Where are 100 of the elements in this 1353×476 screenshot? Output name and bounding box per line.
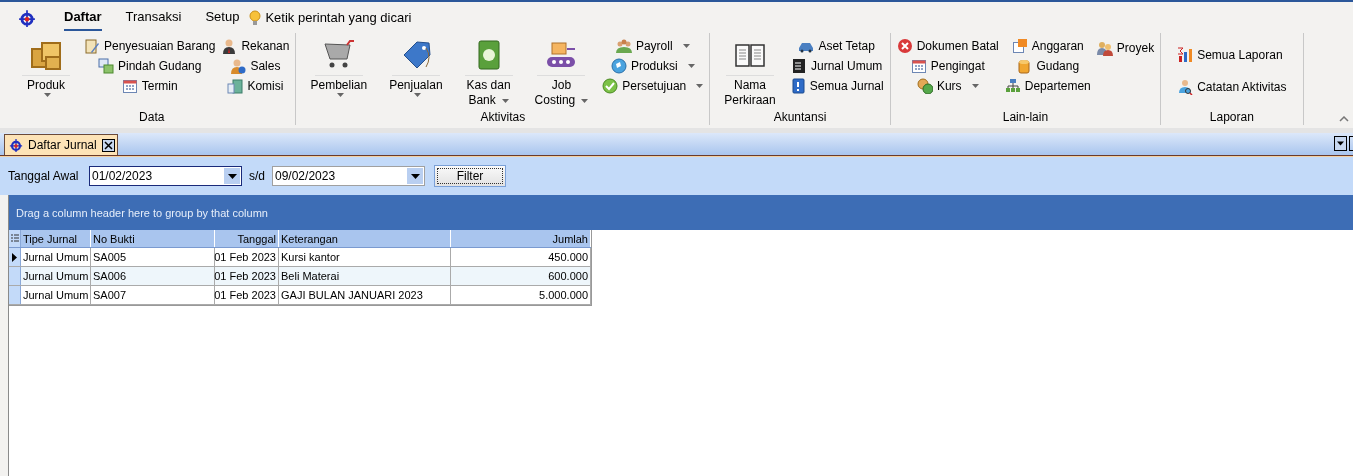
- table-cell: Beli Materai: [279, 267, 451, 285]
- caret-icon: [413, 93, 421, 97]
- table-cell: GAJI BULAN JANUARI 2023: [279, 286, 451, 304]
- dropdown-arrow-icon: [1337, 141, 1344, 146]
- date-field[interactable]: 09/02/2023: [272, 166, 425, 186]
- column-header[interactable]: Tipe Jurnal: [21, 230, 91, 247]
- ribbon-button[interactable]: Payroll: [615, 38, 690, 54]
- command-search[interactable]: Ketik perintah yang dicari: [247, 9, 412, 26]
- row-indicator[interactable]: [9, 248, 21, 266]
- ribbon-button[interactable]: Semua Jurnal: [789, 78, 884, 94]
- ribbon-button[interactable]: Job Costing: [530, 37, 593, 108]
- group-label: Lain-lain: [1001, 110, 1050, 126]
- ribbon-button[interactable]: Nama Perkiraan: [720, 37, 780, 108]
- group-label: Data: [138, 110, 166, 126]
- table-cell: 5.000.000: [451, 286, 591, 304]
- table-cell: Jurnal Umum: [21, 248, 91, 266]
- menu-tab[interactable]: Transaksi: [125, 4, 182, 31]
- dropdown-arrow-icon: [410, 173, 420, 179]
- group-hint: Drag a column header here to group by that column: [16, 206, 268, 219]
- table-cell: Kursi kantor: [279, 248, 451, 266]
- menu-tab[interactable]: Setup: [205, 4, 240, 31]
- cylinder-icon: [1016, 58, 1033, 74]
- logo-icon: [18, 8, 36, 27]
- caret-icon: [501, 98, 509, 103]
- cancel-icon: [896, 38, 913, 54]
- collapse-icon[interactable]: [1339, 116, 1349, 122]
- ribbon-button[interactable]: Pindah Gudang: [98, 58, 202, 74]
- coins-icon: [916, 78, 933, 94]
- date-field[interactable]: 01/02/2023: [89, 166, 242, 186]
- column-chooser-icon[interactable]: [10, 234, 19, 243]
- caret-icon: [336, 93, 344, 97]
- clipboard-icon: [84, 38, 100, 54]
- caret-icon: [682, 44, 690, 48]
- journal-icon: [791, 58, 807, 74]
- ribbon-button[interactable]: Termin: [121, 78, 178, 94]
- caret-icon: [44, 93, 51, 97]
- ribbon-button[interactable]: Sales: [230, 58, 281, 74]
- ribbon-button[interactable]: Catatan Aktivitas: [1177, 77, 1287, 97]
- logo-icon: [9, 138, 23, 152]
- group-label: Akuntansi: [772, 110, 828, 126]
- table-cell: SA006: [91, 267, 215, 285]
- table-cell: Jurnal Umum: [21, 286, 91, 304]
- ribbon-button[interactable]: Komisi: [227, 78, 284, 94]
- check-icon: [602, 78, 619, 94]
- document-tab[interactable]: Daftar Jurnal: [4, 134, 118, 155]
- globe-icon: [610, 58, 627, 74]
- person-icon: [221, 38, 238, 54]
- ribbon-button[interactable]: Anggaran: [1011, 38, 1084, 54]
- ribbon-button[interactable]: Jurnal Umum: [791, 58, 883, 74]
- ribbon-button[interactable]: Aset Tetap: [798, 38, 875, 54]
- column-header[interactable]: Tanggal: [215, 230, 279, 247]
- workers-icon: [1096, 40, 1113, 56]
- person-search-icon: [1177, 79, 1194, 95]
- table-cell: 01 Feb 2023: [215, 267, 279, 285]
- group-label: Aktivitas: [479, 110, 527, 126]
- column-header[interactable]: Keterangan: [279, 230, 451, 247]
- close-icon[interactable]: [101, 138, 115, 152]
- budget-icon: [1011, 38, 1028, 54]
- tab-list-button[interactable]: [1334, 136, 1347, 151]
- caret-icon: [971, 84, 979, 88]
- ribbon-button[interactable]: Proyek: [1096, 38, 1155, 58]
- ribbon-button[interactable]: Persetujuan: [602, 78, 704, 94]
- calendar-icon: [910, 58, 927, 74]
- ribbon-button[interactable]: Kurs: [916, 78, 979, 94]
- ribbon-button[interactable]: Kas dan Bank: [460, 37, 517, 108]
- dropdown-arrow-icon: [227, 173, 237, 179]
- ribbon-button[interactable]: Produksi: [610, 58, 695, 74]
- ribbon-button[interactable]: Pembelian: [306, 37, 372, 97]
- people-icon: [615, 38, 632, 54]
- table-cell: 01 Feb 2023: [215, 248, 279, 266]
- ribbon-button[interactable]: Penjualan: [385, 37, 447, 97]
- column-header[interactable]: Jumlah: [451, 230, 591, 247]
- table-cell: SA005: [91, 248, 215, 266]
- table-cell: Jurnal Umum: [21, 267, 91, 285]
- ribbon-button[interactable]: Departemen: [1004, 78, 1091, 94]
- ribbon-button[interactable]: Produk: [18, 37, 74, 97]
- ribbon-button[interactable]: Semua Laporan: [1177, 45, 1287, 65]
- book-icon: [789, 78, 806, 94]
- group-label: Laporan: [1208, 110, 1255, 126]
- calendar-icon: [121, 78, 138, 94]
- ribbon-button[interactable]: Penyesuaian Barang: [84, 38, 216, 54]
- field-label: Tanggal Awal: [8, 169, 80, 183]
- bar-chart-icon: [1177, 47, 1194, 63]
- table-cell: 01 Feb 2023: [215, 286, 279, 304]
- filter-button[interactable]: Filter: [434, 165, 506, 187]
- table-cell: SA007: [91, 286, 215, 304]
- ribbon-button[interactable]: Gudang: [1016, 58, 1080, 74]
- org-chart-icon: [1004, 78, 1021, 94]
- column-header[interactable]: No Bukti: [91, 230, 215, 247]
- ribbon-button[interactable]: Pengingat: [910, 58, 985, 74]
- person-info-icon: [230, 58, 247, 74]
- windows-icon: [98, 58, 114, 74]
- ribbon-button[interactable]: Rekanan: [221, 38, 290, 54]
- ribbon-button[interactable]: Dokumen Batal: [896, 38, 999, 54]
- caret-icon: [687, 64, 695, 68]
- boxes-icon: [30, 39, 62, 71]
- current-row-icon: [12, 252, 17, 262]
- menu-tab[interactable]: Daftar: [64, 4, 102, 31]
- shopping-bag-icon: [227, 78, 244, 94]
- lightbulb-icon: [247, 9, 264, 26]
